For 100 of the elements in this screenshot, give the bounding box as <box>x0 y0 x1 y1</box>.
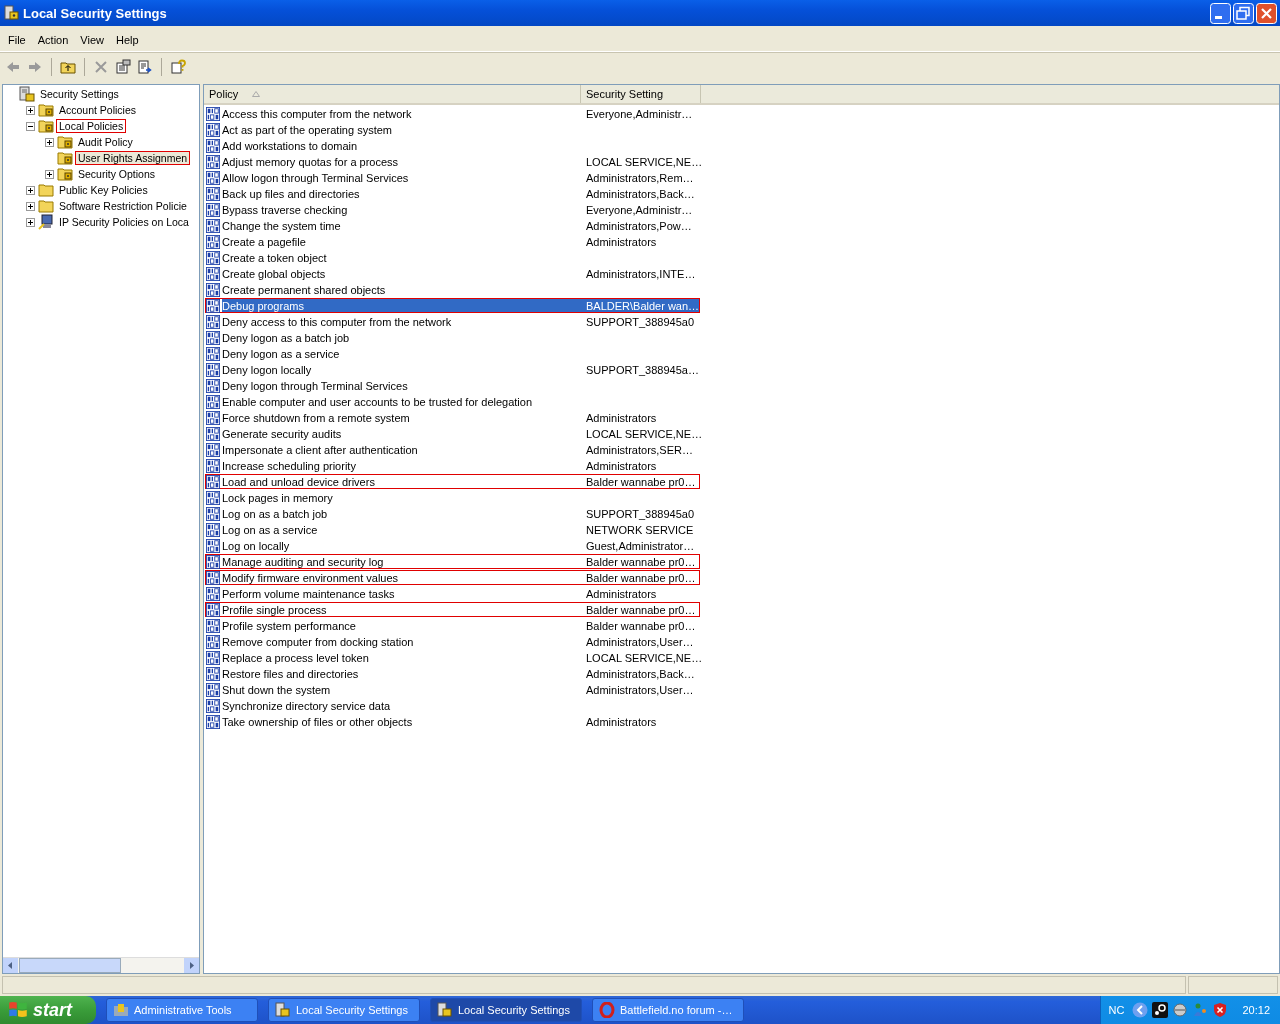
policy-icon <box>206 378 220 393</box>
column-header[interactable]: Security Setting <box>581 85 701 103</box>
policy-row[interactable]: Change the system time Administrators,Pow… <box>205 218 700 233</box>
policy-icon <box>206 666 220 681</box>
policy-row[interactable]: Take ownership of files or other objects Administrators <box>205 714 700 729</box>
minimize-button[interactable] <box>1210 2 1231 24</box>
policy-row[interactable]: Create a pagefile Administrators <box>205 234 700 249</box>
policy-row[interactable]: Impersonate a client after authentication Administrators,SER… <box>205 442 700 457</box>
taskbar-button[interactable]: Local Security Settings <box>430 998 582 1022</box>
tree-item[interactable]: Account Policies <box>56 103 140 117</box>
steam-icon[interactable] <box>1152 1002 1169 1018</box>
collapse-icon[interactable] <box>26 121 35 131</box>
policy-row[interactable]: Remove computer from docking station Administrators,User… <box>205 634 700 649</box>
policy-row[interactable]: Manage auditing and security log Balder wannabe pr0… <box>205 554 700 569</box>
taskbar-button[interactable]: Local Security Settings <box>268 998 420 1022</box>
table-cell: Administrators,Back… <box>586 667 695 680</box>
table-cell: Administrators,SER… <box>586 443 693 456</box>
table-cell-text: Deny logon through Terminal Services <box>222 379 409 392</box>
chevron-left-icon[interactable] <box>1132 1002 1149 1018</box>
tools-folder-icon <box>113 1002 129 1018</box>
policy-row[interactable]: Debug programs BALDER\Balder wan… <box>205 298 700 313</box>
policy-icon <box>206 426 220 441</box>
policy-row[interactable]: Replace a process level token LOCAL SERVICE,NE… <box>205 650 700 665</box>
policy-icon <box>206 218 220 233</box>
policy-row[interactable]: Create a token object <box>205 250 700 265</box>
taskbar-button[interactable]: Battlefield.no forum -… <box>592 998 744 1022</box>
policy-row[interactable]: Shut down the system Administrators,User… <box>205 682 700 697</box>
policy-row[interactable]: Create global objects Administrators,INTE… <box>205 266 700 281</box>
expand-icon[interactable] <box>26 201 35 211</box>
help-icon[interactable] <box>169 59 187 75</box>
policy-row[interactable]: Deny logon as a service <box>205 346 700 361</box>
table-cell: Administrators,User… <box>586 635 694 648</box>
policy-row[interactable]: Deny logon through Terminal Services <box>205 378 700 393</box>
policy-row[interactable]: Profile single process Balder wannabe pr0… <box>205 602 700 617</box>
close-button[interactable] <box>1256 2 1277 24</box>
horizontal-scrollbar[interactable] <box>3 957 199 973</box>
menu-item[interactable]: Help <box>109 34 145 46</box>
policy-row[interactable]: Deny access to this computer from the network SUPPORT_388945a0 <box>205 314 700 329</box>
policy-row[interactable]: Allow logon through Terminal Services Administrators,Rem… <box>205 170 700 185</box>
language-indicator[interactable]: NC <box>1108 1004 1125 1016</box>
up-folder-icon[interactable] <box>59 59 77 75</box>
expand-icon[interactable] <box>45 137 54 147</box>
window-title: Local Security Settings <box>23 5 168 21</box>
tree-item[interactable]: Security Options <box>75 167 159 181</box>
expand-icon[interactable] <box>45 169 54 179</box>
menu-item[interactable]: View <box>74 34 110 46</box>
tree-item[interactable]: Public Key Policies <box>56 183 151 197</box>
shield-icon[interactable] <box>1212 1002 1229 1018</box>
policy-row[interactable]: Restore files and directories Administrators,Back… <box>205 666 700 681</box>
tree-item[interactable]: Local Policies <box>56 119 127 133</box>
scroll-left-icon[interactable] <box>3 958 18 973</box>
policy-row[interactable]: Log on as a batch job SUPPORT_388945a0 <box>205 506 700 521</box>
expand-icon[interactable] <box>26 185 35 195</box>
menu-item[interactable]: File <box>2 34 32 46</box>
tree-item[interactable]: Software Restriction Policie <box>56 199 190 213</box>
policy-row[interactable]: Adjust memory quotas for a process LOCAL SERVICE,NE… <box>205 154 700 169</box>
policy-row[interactable]: Deny logon locally SUPPORT_388945a… <box>205 362 700 377</box>
policy-row[interactable]: Bypass traverse checking Everyone,Administr… <box>205 202 700 217</box>
table-cell: Everyone,Administr… <box>586 107 693 120</box>
policy-icon <box>206 458 220 473</box>
scroll-right-icon[interactable] <box>184 958 199 973</box>
expand-icon[interactable] <box>26 217 35 227</box>
policy-row[interactable]: Add workstations to domain <box>205 138 700 153</box>
policy-row[interactable]: Access this computer from the network Everyone,Administr… <box>205 106 700 121</box>
policy-row[interactable]: Lock pages in memory <box>205 490 700 505</box>
policy-row[interactable]: Enable computer and user accounts to be trusted for delegation <box>205 394 700 409</box>
restore-button[interactable] <box>1233 2 1254 24</box>
table-cell: Administrators,INTE… <box>586 267 696 280</box>
tree-item[interactable]: IP Security Policies on Loca <box>56 215 192 229</box>
policy-row[interactable]: Modify firmware environment values Balder wannabe pr0… <box>205 570 700 585</box>
policy-icon <box>206 714 220 729</box>
expand-icon[interactable] <box>26 105 35 115</box>
policy-icon <box>206 570 220 585</box>
policy-icon <box>206 698 220 713</box>
policy-row[interactable]: Log on locally Guest,Administrator… <box>205 538 700 553</box>
tree-item[interactable]: Security Settings <box>37 87 122 101</box>
column-header[interactable]: Policy <box>204 85 581 103</box>
policy-row[interactable]: Generate security audits LOCAL SERVICE,NE… <box>205 426 700 441</box>
policy-row[interactable]: Act as part of the operating system <box>205 122 700 137</box>
computer-icon <box>38 214 54 230</box>
export-list-icon[interactable] <box>136 59 154 75</box>
policy-row[interactable]: Deny logon as a batch job <box>205 330 700 345</box>
policy-row[interactable]: Create permanent shared objects <box>205 282 700 297</box>
policy-row[interactable]: Load and unload device drivers Balder wannabe pr0… <box>205 474 700 489</box>
policy-row[interactable]: Synchronize directory service data <box>205 698 700 713</box>
taskbar-button[interactable]: Administrative Tools <box>106 998 258 1022</box>
table-cell: SUPPORT_388945a… <box>586 363 699 376</box>
policy-row[interactable]: Force shutdown from a remote system Administrators <box>205 410 700 425</box>
tree-item[interactable]: Audit Policy <box>75 135 136 149</box>
table-cell-text: Lock pages in memory <box>222 491 334 504</box>
policy-row[interactable]: Increase scheduling priority Administrators <box>205 458 700 473</box>
tree-item[interactable]: User Rights Assignmen <box>75 151 191 165</box>
properties-icon[interactable] <box>114 59 132 75</box>
table-cell-text: Take ownership of files or other objects <box>222 715 414 728</box>
table-cell: Administrators <box>586 459 657 472</box>
policy-row[interactable]: Log on as a service NETWORK SERVICE <box>205 522 700 537</box>
menu-item[interactable]: Action <box>31 34 75 46</box>
policy-row[interactable]: Back up files and directories Administrators,Back… <box>205 186 700 201</box>
policy-row[interactable]: Profile system performance Balder wannabe pr0… <box>205 618 700 633</box>
policy-row[interactable]: Perform volume maintenance tasks Administrators <box>205 586 700 601</box>
